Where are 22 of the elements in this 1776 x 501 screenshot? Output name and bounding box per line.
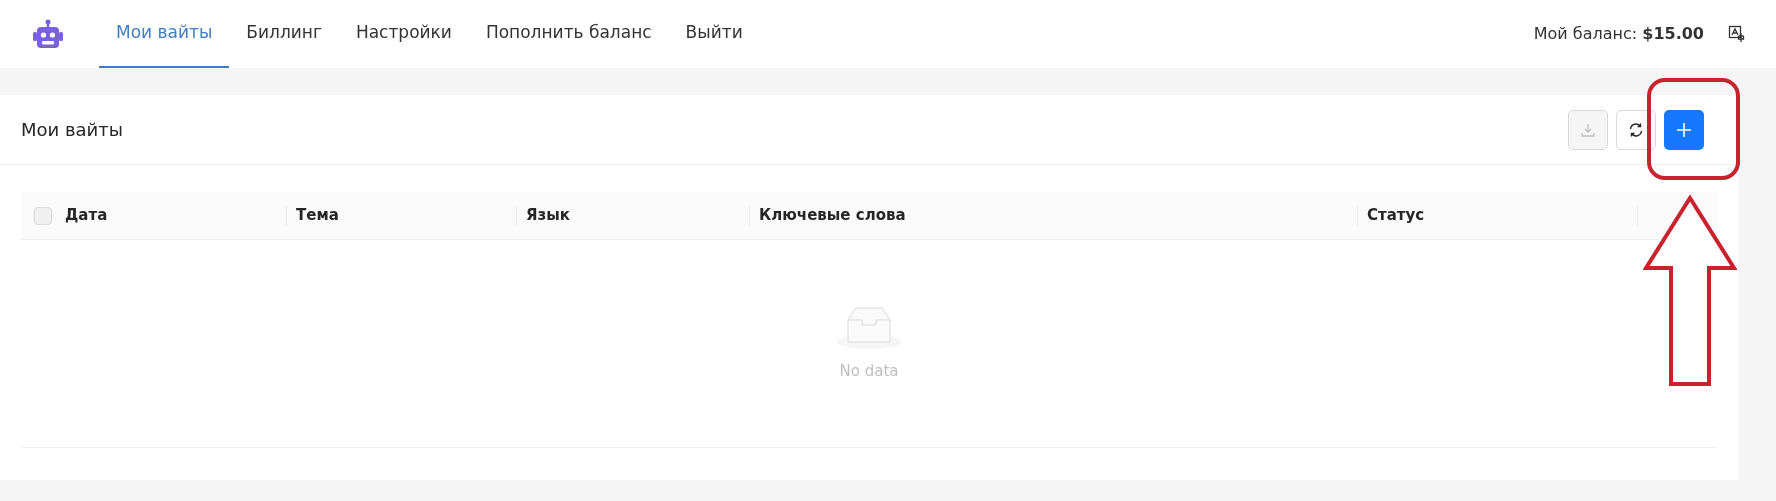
card-title: Мои вайты [21,118,123,142]
nav-tab[interactable]: Биллинг [229,0,339,68]
column-header: Тема [295,205,339,227]
nav-tab[interactable]: Пополнить баланс [468,0,669,68]
refresh-icon [1627,120,1645,139]
refresh-button[interactable] [1616,109,1656,150]
plus-icon [1675,120,1693,139]
robot-logo [32,18,64,50]
select-all-checkbox[interactable] [34,206,52,225]
balance-text: Мой баланс: $15.00 [1533,23,1704,45]
column-header: Ключевые слова [758,205,906,227]
column-header: Дата [65,205,108,227]
empty-inbox-icon [836,304,902,351]
column-header: Язык [525,205,570,227]
add-button[interactable] [1664,109,1704,150]
download-icon [1580,121,1596,138]
nav-tab[interactable]: Выйти [668,0,760,68]
empty-text: No data [839,361,899,383]
column-header: Статус [1366,205,1425,227]
nav-tab[interactable]: Мои вайты [99,0,230,68]
translate-icon[interactable] [1728,25,1746,43]
nav-tab[interactable]: Настройки [338,0,469,68]
